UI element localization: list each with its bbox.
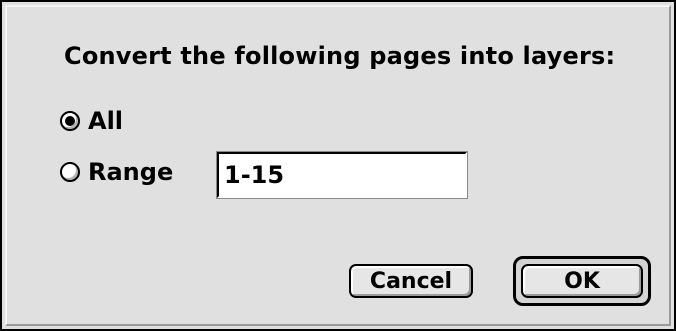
radio-button-range[interactable]: [60, 162, 80, 182]
radio-option-range[interactable]: Range: [60, 158, 173, 186]
radio-button-all[interactable]: [60, 111, 80, 131]
radio-label-range[interactable]: Range: [88, 158, 173, 186]
range-input[interactable]: 1-15: [216, 151, 468, 199]
cancel-button[interactable]: Cancel: [349, 264, 473, 298]
convert-pages-dialog: Convert the following pages into layers:…: [0, 0, 676, 331]
radio-label-all[interactable]: All: [88, 107, 123, 135]
dialog-prompt: Convert the following pages into layers:: [64, 42, 616, 70]
ok-button[interactable]: OK: [521, 264, 643, 298]
radio-option-all[interactable]: All: [60, 107, 123, 135]
